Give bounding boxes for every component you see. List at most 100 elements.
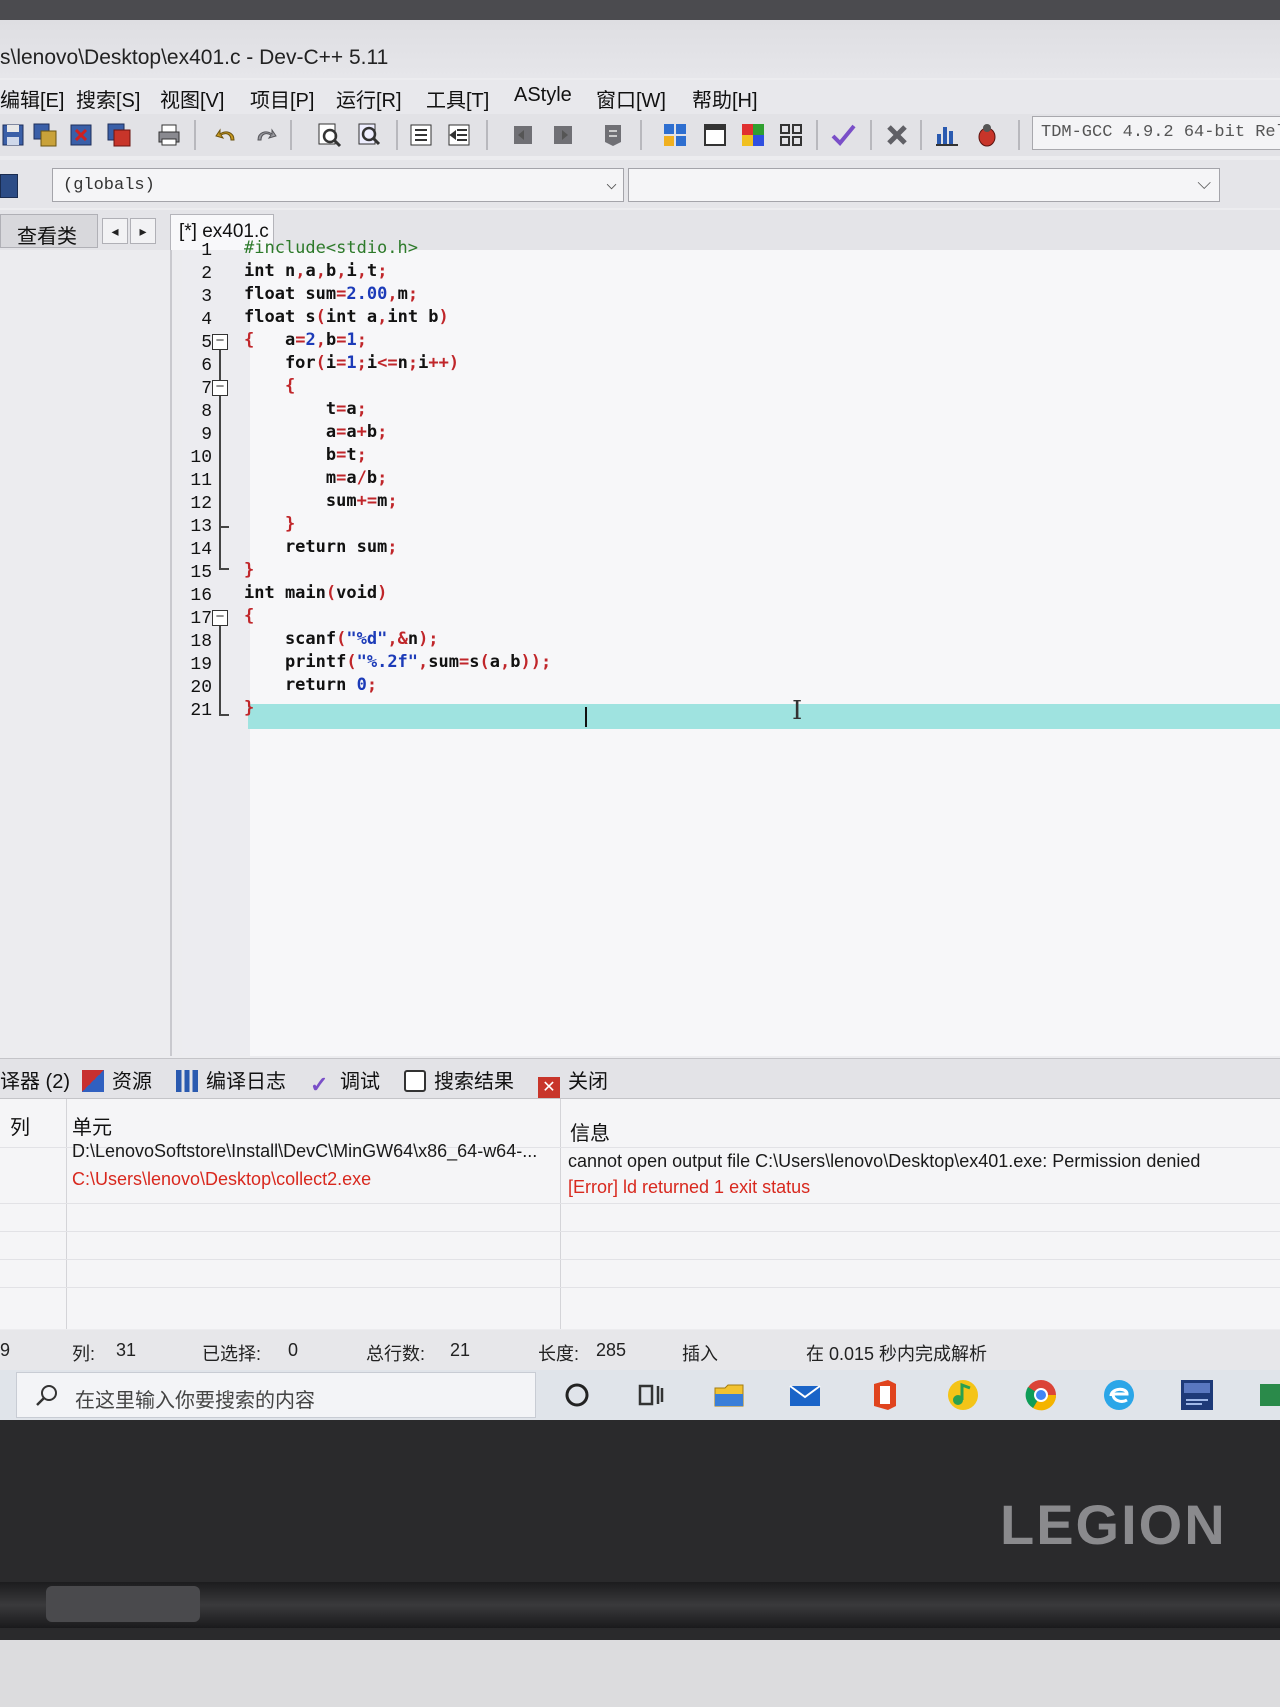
menu-search[interactable]: 搜索[S] [76, 84, 140, 113]
column-header-col[interactable]: 列 [10, 1111, 30, 1140]
code-line: { [284, 376, 296, 396]
line-number: 14 [190, 540, 212, 560]
chart-icon [176, 1070, 198, 1092]
line-number: 20 [190, 678, 212, 698]
new-project-icon[interactable] [662, 122, 688, 148]
undo-icon[interactable] [214, 122, 240, 148]
window-icon[interactable] [702, 122, 728, 148]
line-number: 7 [201, 379, 212, 399]
tab-close[interactable]: ✕ 关闭 [538, 1065, 608, 1099]
fold-line [219, 526, 229, 528]
message-unit: D:\LenovoSoftstore\Install\DevC\MinGW64\… [72, 1141, 538, 1161]
menu-window[interactable]: 窗口[W] [596, 84, 666, 113]
line-number: 12 [190, 494, 212, 514]
menu-help[interactable]: 帮助[H] [692, 84, 758, 113]
menu-run[interactable]: 运行[R] [336, 84, 402, 113]
menu-project[interactable]: 项目[P] [250, 84, 314, 113]
code-line: int main(void) [244, 583, 388, 603]
devcpp-icon[interactable] [1178, 1376, 1216, 1414]
chart-icon[interactable] [934, 122, 960, 148]
close-file-icon[interactable] [68, 122, 94, 148]
check-icon: ✓ [310, 1072, 329, 1097]
code-line: } [244, 560, 255, 580]
redo-icon[interactable] [252, 122, 278, 148]
bookmark-next-icon[interactable] [550, 122, 576, 148]
debug-bug-icon[interactable] [974, 122, 1000, 148]
cortana-circle-icon[interactable] [558, 1376, 596, 1414]
line-number: 6 [201, 356, 212, 376]
text-caret [585, 707, 587, 727]
save-all-icon[interactable] [32, 122, 58, 148]
code-line: for(i=1;i<=n;i++) [244, 353, 460, 373]
tab-compiler[interactable]: 译器 (2) [0, 1065, 70, 1094]
status-col-label: 列: [72, 1344, 96, 1364]
message-unit: C:\Users\lenovo\Desktop\collect2.exe [72, 1169, 372, 1189]
line-number: 21 [190, 701, 212, 721]
tab-class-browser[interactable]: 查看类 [0, 214, 98, 248]
menu-view[interactable]: 视图[V] [160, 84, 224, 113]
unindent-icon[interactable] [446, 122, 472, 148]
menu-tools[interactable]: 工具[T] [426, 84, 489, 113]
line-number: 10 [190, 448, 212, 468]
grid-icon[interactable] [778, 122, 804, 148]
tab-next-button[interactable]: ▸ [130, 218, 156, 244]
taskbar: 在这里输入你要搜索的内容 [0, 1370, 1280, 1420]
file-explorer-icon[interactable] [710, 1376, 748, 1414]
tab-compile-log[interactable]: 编译日志 [176, 1065, 286, 1094]
replace-icon[interactable] [356, 122, 382, 148]
code-line: } [244, 698, 255, 718]
tab-compile-log-label: 编译日志 [206, 1071, 286, 1093]
output-tabs: 译器 (2) 资源 编译日志 ✓ 调试 搜索结果 ✕ 关闭 [0, 1058, 1280, 1099]
fold-toggle[interactable]: − [212, 379, 228, 396]
current-line-highlight [248, 704, 1280, 729]
taskbar-search-box[interactable]: 在这里输入你要搜索的内容 [16, 1372, 536, 1418]
tab-prev-button[interactable]: ◂ [102, 218, 128, 244]
tab-search-results[interactable]: 搜索结果 [404, 1065, 514, 1094]
mail-icon[interactable] [786, 1376, 824, 1414]
task-view-icon[interactable] [632, 1376, 670, 1414]
status-total-lines-value: 21 [450, 1340, 471, 1360]
menu-edit[interactable]: 编辑[E] [0, 84, 64, 113]
compiler-select[interactable]: TDM-GCC 4.9.2 64-bit Release [1032, 116, 1280, 150]
fold-toggle[interactable]: − [212, 333, 228, 350]
tab-debug[interactable]: ✓ 调试 [310, 1065, 380, 1096]
goto-line-icon[interactable] [600, 122, 626, 148]
function-dropdown[interactable]: ⌵ [628, 168, 1220, 202]
line-number: 1 [201, 241, 212, 261]
compile-check-icon[interactable] [830, 122, 856, 148]
bookmark-prev-icon[interactable] [510, 122, 536, 148]
code-line: float s(int a,int b) [244, 307, 449, 327]
tab-search-results-label: 搜索结果 [434, 1071, 514, 1093]
toolbar-separator [486, 120, 488, 150]
indent-icon[interactable] [408, 122, 434, 148]
delete-icon[interactable] [884, 122, 910, 148]
column-header-unit[interactable]: 单元 [72, 1111, 112, 1140]
edge-icon[interactable] [1100, 1376, 1138, 1414]
line-number: 16 [190, 586, 212, 606]
fold-toggle[interactable]: − [212, 609, 228, 626]
menu-astyle[interactable]: AStyle [514, 84, 572, 107]
search-placeholder: 在这里输入你要搜索的内容 [75, 1390, 315, 1412]
palette-icon[interactable] [740, 122, 766, 148]
chrome-icon[interactable] [1022, 1376, 1060, 1414]
save-icon[interactable] [0, 122, 26, 148]
scope-dropdown[interactable]: (globals) ⌵ [52, 168, 624, 202]
toolbar-separator [640, 120, 642, 150]
line-number: 15 [190, 563, 212, 583]
column-header-info[interactable]: 信息 [570, 1117, 610, 1146]
panel-toggle-icon[interactable] [0, 174, 18, 198]
office-icon[interactable] [866, 1376, 904, 1414]
find-icon[interactable] [316, 122, 342, 148]
taskbar-app-icon[interactable] [1258, 1376, 1280, 1414]
toolbar-separator [870, 120, 872, 150]
close-all-icon[interactable] [106, 122, 132, 148]
title-bar: s\lenovo\Desktop\ex401.c - Dev-C++ 5.11 [0, 0, 1280, 78]
tab-resources[interactable]: 资源 [82, 1065, 152, 1094]
fold-line [219, 714, 229, 716]
desk-surface [0, 1640, 1280, 1707]
fold-line [219, 568, 229, 570]
code-line: scanf("%d",&n); [244, 629, 439, 649]
code-editor[interactable]: 1 2 3 4 5 6 7 8 9 10 11 12 13 14 15 16 1… [182, 238, 1280, 1056]
music-app-icon[interactable] [944, 1376, 982, 1414]
print-icon[interactable] [156, 122, 182, 148]
